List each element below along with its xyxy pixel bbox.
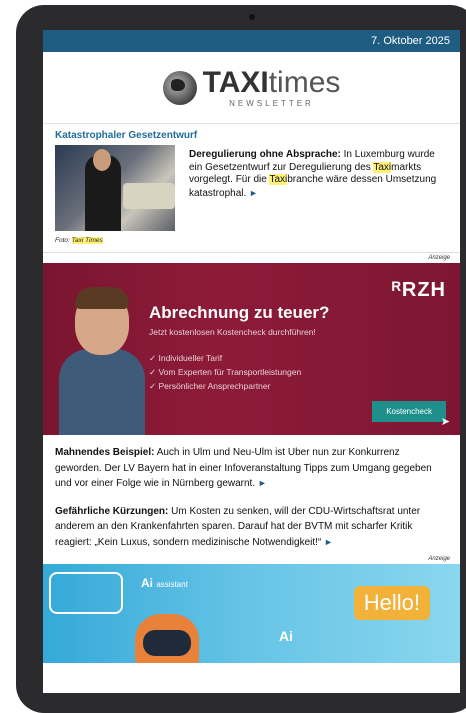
article2: Mahnendes Beispiel: Auch in Ulm und Neu-… (43, 435, 460, 492)
ai-assistant-ad-banner[interactable]: Ai assistant Ai Hello! (43, 564, 460, 663)
photo-caption: Foto: Taxi Times (55, 237, 103, 244)
ad-bullet: Persönlicher Ansprechpartner (149, 379, 301, 393)
logo-wordmark: TAXItimes (202, 65, 341, 99)
kostencheck-button[interactable]: Kostencheck (372, 401, 446, 422)
globe-icon (162, 70, 197, 105)
date-bar: 7. Oktober 2025 (43, 30, 460, 52)
article1-section-title[interactable]: Katastrophaler Gesetzentwurf (43, 124, 460, 145)
ad-bullet: Individueller Tarif (149, 351, 301, 365)
logo-subtitle: NEWSLETTER (229, 98, 314, 108)
chat-bubble-icon (49, 572, 123, 614)
ad-label: Anzeige (428, 255, 450, 261)
newsletter-date: 7. Oktober 2025 (371, 35, 450, 47)
article1-photo[interactable] (55, 145, 175, 231)
hello-badge: Hello! (353, 586, 430, 620)
camera-dot (249, 14, 255, 20)
read-more-arrow-icon[interactable]: ► (324, 537, 333, 547)
ad-headline: Abrechnung zu teuer? (149, 303, 330, 322)
article2-lead: Mahnendes Beispiel: (55, 447, 155, 458)
rzh-logo: ᴿRZH (391, 279, 446, 301)
article1-lead: Deregulierung ohne Absprache: (189, 149, 341, 160)
cursor-icon: ➤ (440, 416, 450, 428)
ai-assistant-label: Ai assistant (141, 576, 188, 590)
article3: Gefährliche Kürzungen: Um Kosten zu senk… (43, 492, 460, 551)
article1: Deregulierung ohne Absprache: In Luxembu… (43, 145, 460, 231)
newsletter-screen: 7. Oktober 2025 TAXItimes NEWSLETTER Kat… (43, 30, 460, 693)
ad-bullet-list: Individueller Tarif Vom Experten für Tra… (149, 351, 301, 393)
read-more-arrow-icon[interactable]: ► (258, 478, 267, 488)
robot-face (143, 630, 191, 656)
article3-lead: Gefährliche Kürzungen: (55, 505, 169, 517)
rzh-ad-banner[interactable]: ᴿRZH Abrechnung zu teuer? Jetzt kostenlo… (43, 263, 460, 435)
ai-small-label: Ai (279, 628, 293, 644)
ad-label: Anzeige (428, 556, 450, 562)
ad-subline: Jetzt kostenlosen Kostencheck durchführe… (149, 327, 316, 337)
read-more-arrow-icon[interactable]: ► (249, 188, 258, 198)
article1-text: Deregulierung ohne Absprache: In Luxembu… (189, 149, 437, 199)
newsletter-logo[interactable]: TAXItimes NEWSLETTER (43, 52, 460, 124)
ad-person-image (53, 285, 151, 435)
ad-bullet: Vom Experten für Transportleistungen (149, 365, 301, 379)
